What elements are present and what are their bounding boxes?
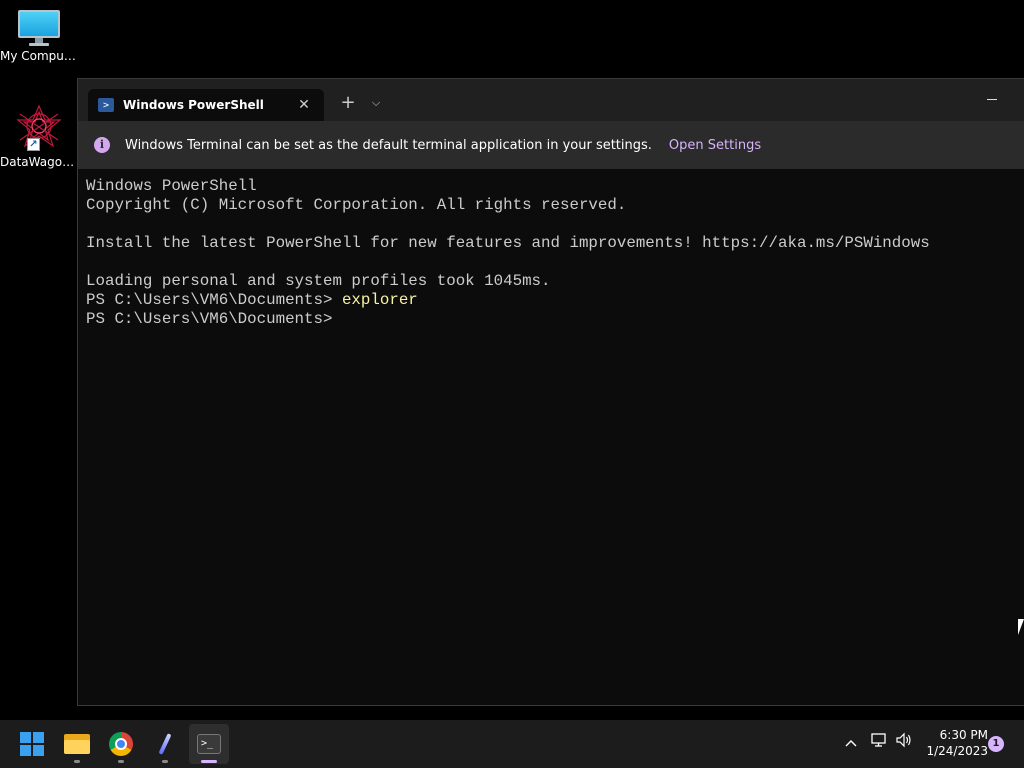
chrome-button[interactable]	[101, 724, 141, 764]
file-explorer-button[interactable]	[57, 724, 97, 764]
terminal-icon: >_	[197, 734, 221, 754]
clock-time: 6:30 PM	[939, 728, 988, 742]
volume-icon[interactable]	[893, 732, 915, 756]
info-message: Windows Terminal can be set as the defau…	[125, 137, 652, 153]
open-settings-link[interactable]: Open Settings	[669, 138, 761, 153]
shortcut-arrow-icon: ↗	[27, 138, 40, 151]
notification-badge[interactable]: 1	[988, 736, 1004, 752]
console-output[interactable]: Windows PowerShell Copyright (C) Microso…	[86, 177, 930, 329]
console-line: Windows PowerShell	[86, 177, 257, 195]
mouse-cursor-icon	[1018, 619, 1024, 635]
terminal-window: > Windows PowerShell ✕ + ⌵ i Windows Ter…	[77, 78, 1024, 706]
pen-icon	[158, 733, 172, 755]
desktop-icon-label: My Computer	[0, 49, 78, 63]
chrome-icon	[109, 732, 133, 756]
new-tab-button[interactable]: +	[336, 91, 360, 115]
show-hidden-icons-chevron-icon[interactable]	[840, 732, 862, 756]
pen-app-button[interactable]	[145, 724, 185, 764]
folder-icon	[64, 734, 90, 754]
taskbar: >_ 6:30 PM 1/24/2023	[0, 720, 1024, 768]
clock-date: 1/24/2023	[926, 744, 988, 758]
close-tab-icon[interactable]: ✕	[294, 97, 314, 113]
monitor-icon	[18, 8, 60, 46]
console-line: Install the latest PowerShell for new fe…	[86, 234, 930, 252]
command-text: explorer	[341, 291, 418, 309]
tab-dropdown-chevron-icon[interactable]: ⌵	[365, 91, 387, 115]
terminal-button[interactable]: >_	[189, 724, 229, 764]
powershell-icon: >	[98, 98, 114, 112]
info-bar: i Windows Terminal can be set as the def…	[78, 121, 1024, 169]
desktop-icon-datawagon[interactable]: ↗ DataWagon...	[0, 104, 78, 169]
prompt: PS C:\Users\VM6\Documents>	[86, 291, 342, 309]
console-line: Copyright (C) Microsoft Corporation. All…	[86, 196, 627, 214]
clock[interactable]: 6:30 PM 1/24/2023	[918, 727, 988, 759]
datawagon-app-icon: ↗	[14, 104, 64, 152]
title-bar[interactable]: > Windows PowerShell ✕ + ⌵	[78, 79, 1024, 121]
windows-logo-icon	[20, 732, 44, 756]
console-line: Loading personal and system profiles too…	[86, 272, 551, 290]
minimize-button[interactable]	[973, 87, 1013, 111]
tab-windows-powershell[interactable]: > Windows PowerShell ✕	[88, 89, 324, 121]
network-icon[interactable]	[868, 732, 890, 756]
desktop-icon-label: DataWagon...	[0, 155, 78, 169]
info-icon: i	[94, 137, 110, 153]
current-prompt: PS C:\Users\VM6\Documents>	[86, 310, 342, 328]
desktop-icon-my-computer[interactable]: My Computer	[0, 8, 78, 63]
start-button[interactable]	[12, 724, 52, 764]
tab-title: Windows PowerShell	[123, 98, 264, 112]
